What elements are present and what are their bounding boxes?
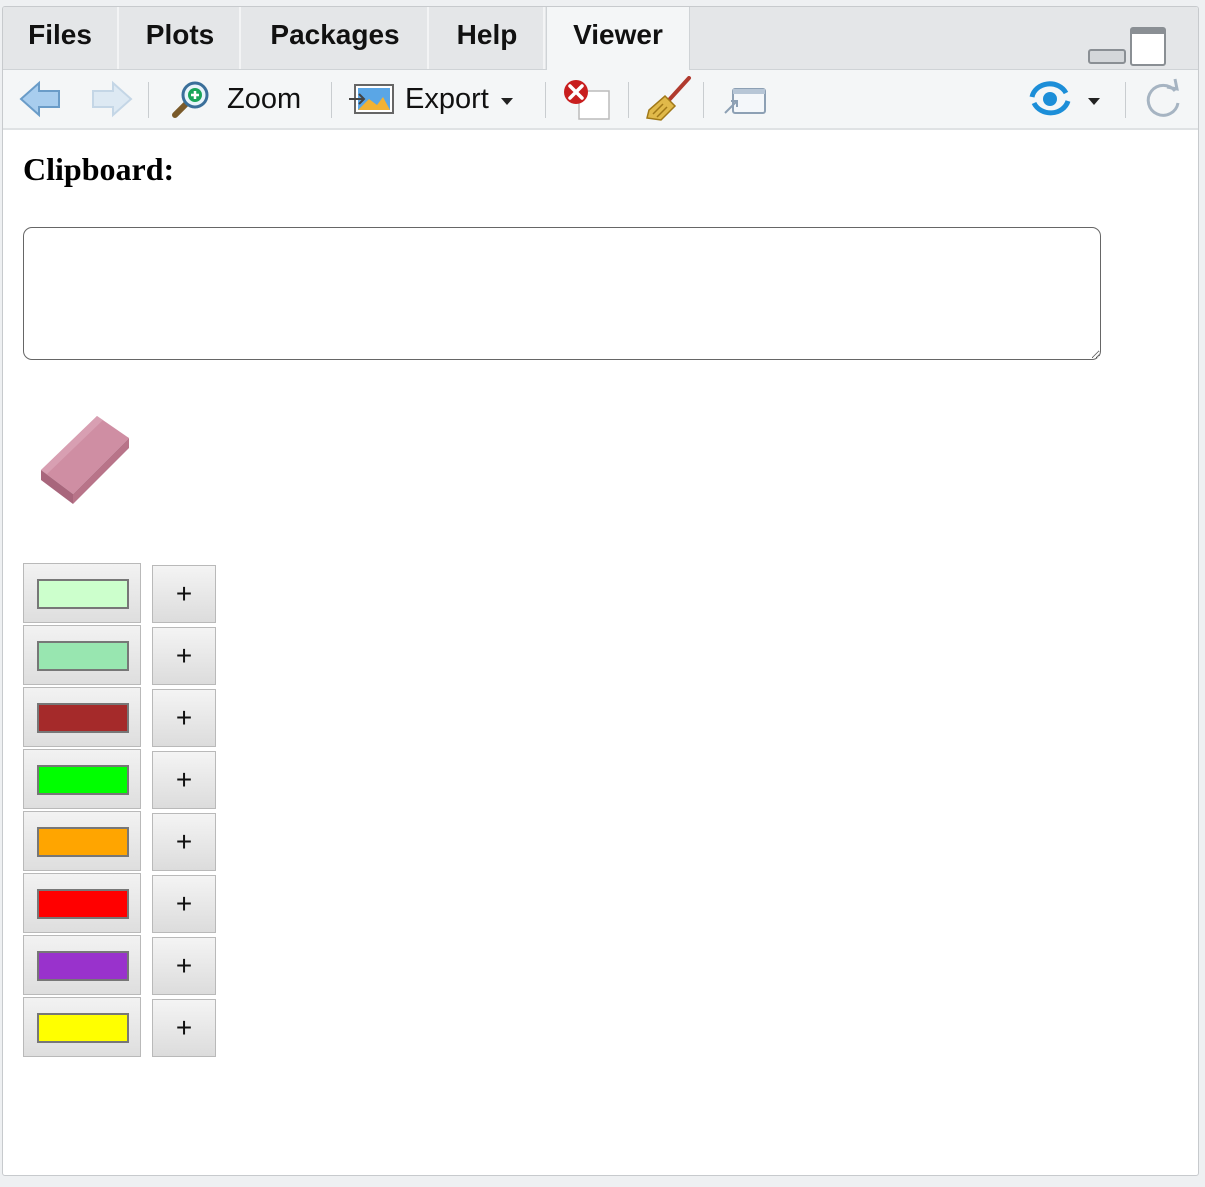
color-swatch	[37, 579, 129, 609]
color-button[interactable]	[23, 563, 141, 623]
eraser-icon[interactable]	[33, 414, 133, 511]
clipboard-textarea[interactable]	[23, 227, 1101, 360]
minimize-icon[interactable]	[1088, 49, 1126, 64]
toolbar: Zoom Export	[3, 70, 1198, 130]
toolbar-separator	[703, 82, 704, 118]
tab-viewer[interactable]: Viewer	[546, 7, 690, 70]
toolbar-separator	[148, 82, 149, 118]
export-label: Export	[405, 82, 489, 115]
tab-bar: Files Plots Packages Help Viewer	[3, 7, 1198, 70]
clear-broom-icon[interactable]	[643, 70, 695, 128]
add-color-button[interactable]: +	[152, 875, 216, 933]
add-color-button[interactable]: +	[152, 999, 216, 1057]
chevron-down-icon	[1088, 97, 1100, 105]
back-arrow-icon[interactable]	[19, 70, 63, 128]
zoom-button[interactable]: Zoom	[169, 70, 301, 128]
color-button[interactable]	[23, 811, 141, 871]
tab-files[interactable]: Files	[3, 7, 119, 69]
zoom-label: Zoom	[227, 82, 302, 115]
toolbar-separator	[1125, 82, 1126, 118]
color-button[interactable]	[23, 997, 141, 1057]
add-color-button[interactable]: +	[152, 751, 216, 809]
zoom-icon	[172, 81, 209, 118]
viewer-pane: Files Plots Packages Help Viewer Zoom Ex…	[2, 6, 1199, 1176]
color-swatch	[37, 951, 129, 981]
color-swatch	[37, 1013, 129, 1043]
maximize-icon[interactable]	[1130, 27, 1166, 66]
color-button[interactable]	[23, 687, 141, 747]
add-color-button[interactable]: +	[152, 813, 216, 871]
tab-help[interactable]: Help	[431, 7, 545, 69]
color-button[interactable]	[23, 749, 141, 809]
tab-packages[interactable]: Packages	[243, 7, 429, 69]
forward-arrow-icon[interactable]	[89, 70, 133, 128]
add-color-button[interactable]: +	[152, 627, 216, 685]
popout-icon[interactable]	[721, 70, 769, 128]
add-color-button[interactable]: +	[152, 565, 216, 623]
color-swatch	[37, 641, 129, 671]
tab-plots[interactable]: Plots	[121, 7, 241, 69]
remove-viewer-icon[interactable]	[559, 70, 611, 128]
chevron-down-icon	[500, 97, 513, 105]
refresh-icon[interactable]	[1141, 70, 1185, 128]
publish-button[interactable]	[1026, 70, 1100, 128]
export-button[interactable]: Export	[347, 70, 513, 128]
add-color-button[interactable]: +	[152, 689, 216, 747]
publish-icon	[1029, 81, 1071, 116]
color-swatch	[37, 703, 129, 733]
color-swatch	[37, 889, 129, 919]
export-icon	[349, 84, 394, 114]
color-button[interactable]	[23, 935, 141, 995]
viewer-content: Clipboard: + + + + + + + +	[3, 129, 1198, 1175]
color-swatch	[37, 827, 129, 857]
toolbar-separator	[628, 82, 629, 118]
add-color-button[interactable]: +	[152, 937, 216, 995]
toolbar-separator	[331, 82, 332, 118]
color-button[interactable]	[23, 625, 141, 685]
toolbar-separator	[545, 82, 546, 118]
color-button[interactable]	[23, 873, 141, 933]
clipboard-heading: Clipboard:	[23, 151, 175, 187]
color-swatch	[37, 765, 129, 795]
